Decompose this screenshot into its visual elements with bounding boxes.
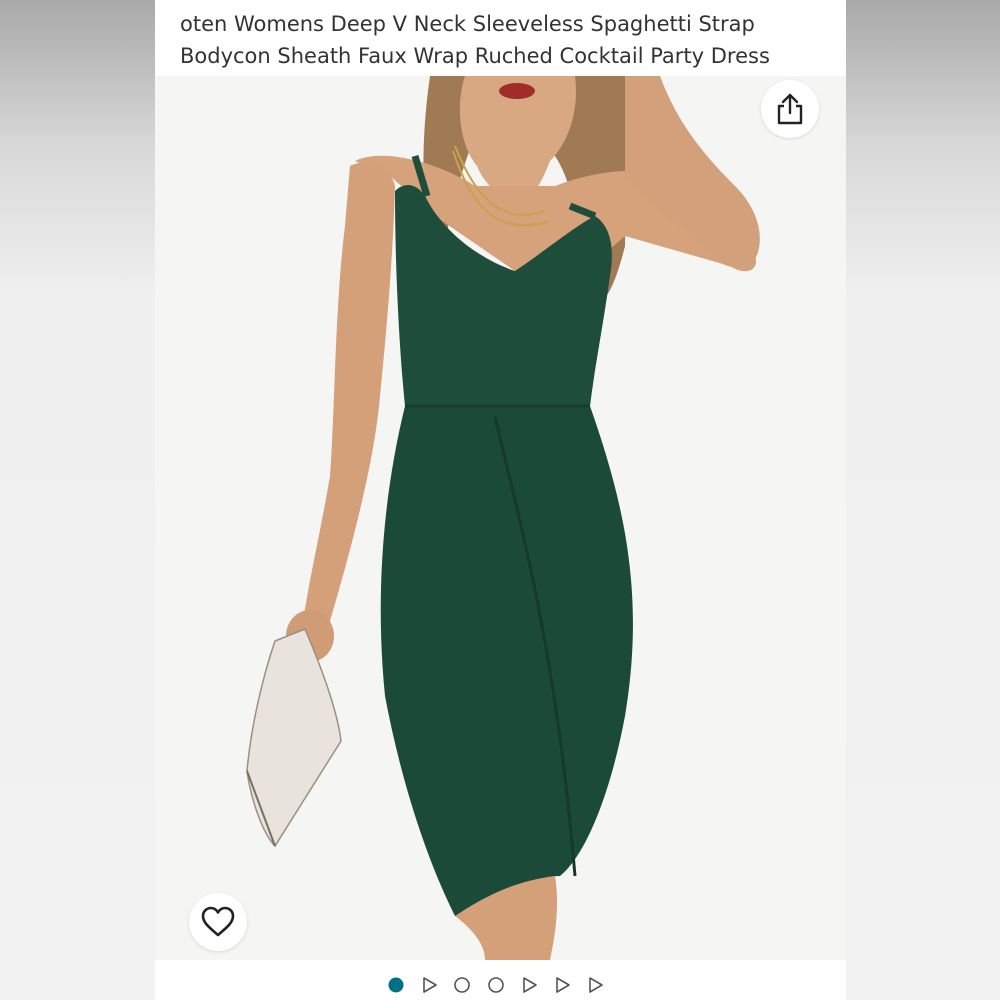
share-icon [777, 93, 803, 125]
wishlist-button[interactable] [189, 893, 247, 951]
inactive-dot-icon [488, 977, 504, 993]
product-panel: oten Womens Deep V Neck Sleeveless Spagh… [155, 0, 846, 1000]
play-triangle-icon [423, 977, 437, 993]
active-dot-icon [388, 977, 404, 993]
left-background-shade [0, 0, 155, 1000]
title-bar: oten Womens Deep V Neck Sleeveless Spagh… [155, 0, 846, 76]
product-photo [155, 76, 846, 960]
product-image[interactable] [155, 76, 846, 960]
carousel-video-6[interactable] [553, 976, 571, 994]
product-title-line-1: oten Womens Deep V Neck Sleeveless Spagh… [180, 12, 755, 36]
share-button[interactable] [761, 80, 819, 138]
right-background-shade [846, 0, 1000, 1000]
carousel-video-7[interactable] [586, 976, 604, 994]
inactive-dot-icon [454, 977, 470, 993]
product-title: oten Womens Deep V Neck Sleeveless Spagh… [180, 8, 830, 72]
play-triangle-icon [523, 977, 537, 993]
heart-icon [201, 906, 235, 937]
image-carousel-indicators [155, 962, 846, 1000]
carousel-dot-1[interactable] [387, 976, 405, 994]
product-title-line-2: Bodycon Sheath Faux Wrap Ruched Cocktail… [180, 44, 770, 68]
carousel-dot-4[interactable] [487, 976, 505, 994]
carousel-dot-3[interactable] [453, 976, 471, 994]
play-triangle-icon [556, 977, 570, 993]
carousel-video-5[interactable] [520, 976, 538, 994]
carousel-video-2[interactable] [420, 976, 438, 994]
play-triangle-icon [589, 977, 603, 993]
